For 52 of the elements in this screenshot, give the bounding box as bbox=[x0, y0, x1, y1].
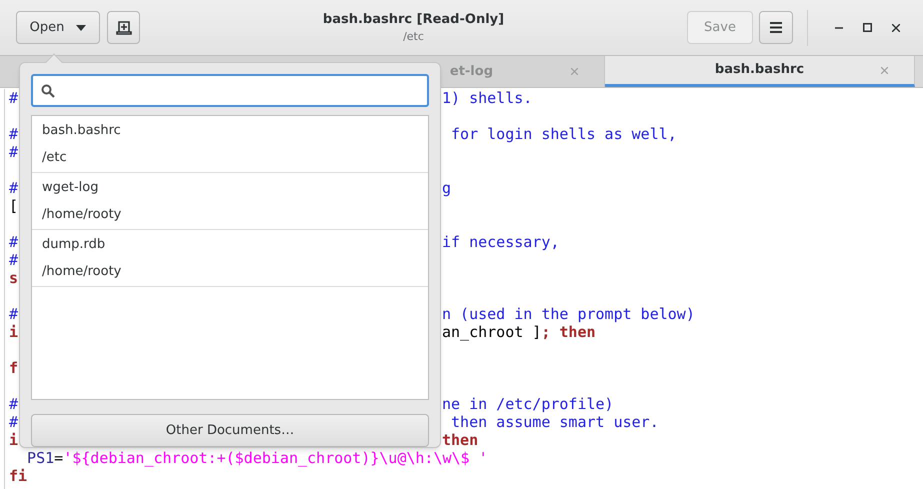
open-button[interactable]: Open bbox=[16, 11, 100, 44]
code-text: for login shells as well, bbox=[450, 125, 677, 143]
code-text: # bbox=[9, 125, 18, 143]
document-name: wget-log bbox=[42, 179, 100, 196]
document-name: bash.bashrc bbox=[42, 122, 122, 139]
code-text: [ bbox=[9, 197, 18, 215]
code-text: # bbox=[9, 305, 18, 323]
code-text: # bbox=[9, 251, 18, 269]
document-name: dump.rdb bbox=[42, 236, 106, 253]
code-text: i bbox=[9, 431, 18, 449]
code-text: ne in /etc/profile) bbox=[442, 395, 614, 413]
code-text: # bbox=[9, 233, 18, 251]
code-text: '${debian_chroot:+($debian_chroot)}\u@\h:\w\$ ' bbox=[63, 449, 488, 467]
code-text: fi bbox=[9, 467, 28, 485]
code-text: # bbox=[9, 413, 18, 431]
code-text: PS1 bbox=[26, 449, 54, 467]
search-icon bbox=[41, 84, 55, 98]
window-title: bash.bashrc [Read-Only] bbox=[322, 11, 504, 29]
code-text: f bbox=[9, 359, 18, 377]
code-text: # bbox=[9, 89, 18, 107]
caret-icon bbox=[76, 24, 86, 30]
document-path: /etc bbox=[42, 149, 68, 166]
new-tab-icon bbox=[116, 20, 132, 34]
code-text: an_chroot ] bbox=[442, 323, 542, 341]
code-text: ; then bbox=[541, 323, 596, 341]
tab[interactable]: bash.bashrc bbox=[605, 56, 915, 87]
document-path: /home/rooty bbox=[42, 263, 122, 280]
code-text: # bbox=[9, 395, 18, 413]
code-text: n (used in the prompt below) bbox=[442, 305, 695, 323]
other-documents-button[interactable]: Other Documents… bbox=[31, 414, 429, 447]
code-text: = bbox=[54, 449, 64, 467]
code-text: # bbox=[9, 143, 18, 161]
code-text: then assume smart user. bbox=[450, 413, 659, 431]
document-item[interactable]: dump.rdb /home/rooty bbox=[32, 230, 428, 287]
menu-button[interactable] bbox=[759, 11, 793, 44]
code-text: if necessary, bbox=[442, 233, 560, 251]
code-text: s bbox=[9, 269, 18, 287]
document-path: /home/rooty bbox=[42, 206, 122, 223]
code-text: g bbox=[442, 179, 452, 197]
minimize-icon bbox=[835, 26, 843, 28]
close-icon bbox=[892, 24, 900, 32]
new-document-button[interactable] bbox=[107, 11, 140, 44]
code-text: 1) shells. bbox=[442, 89, 532, 107]
code-text: i bbox=[9, 323, 18, 341]
close-tab-icon[interactable] bbox=[881, 66, 888, 74]
close-tab-icon[interactable] bbox=[571, 68, 578, 75]
menu-icon bbox=[770, 22, 782, 33]
code-text: # bbox=[9, 179, 18, 197]
window-subtitle: /etc bbox=[403, 29, 424, 44]
code-text: then bbox=[442, 431, 478, 449]
search-field[interactable] bbox=[31, 74, 429, 107]
maximize-icon bbox=[862, 23, 872, 32]
